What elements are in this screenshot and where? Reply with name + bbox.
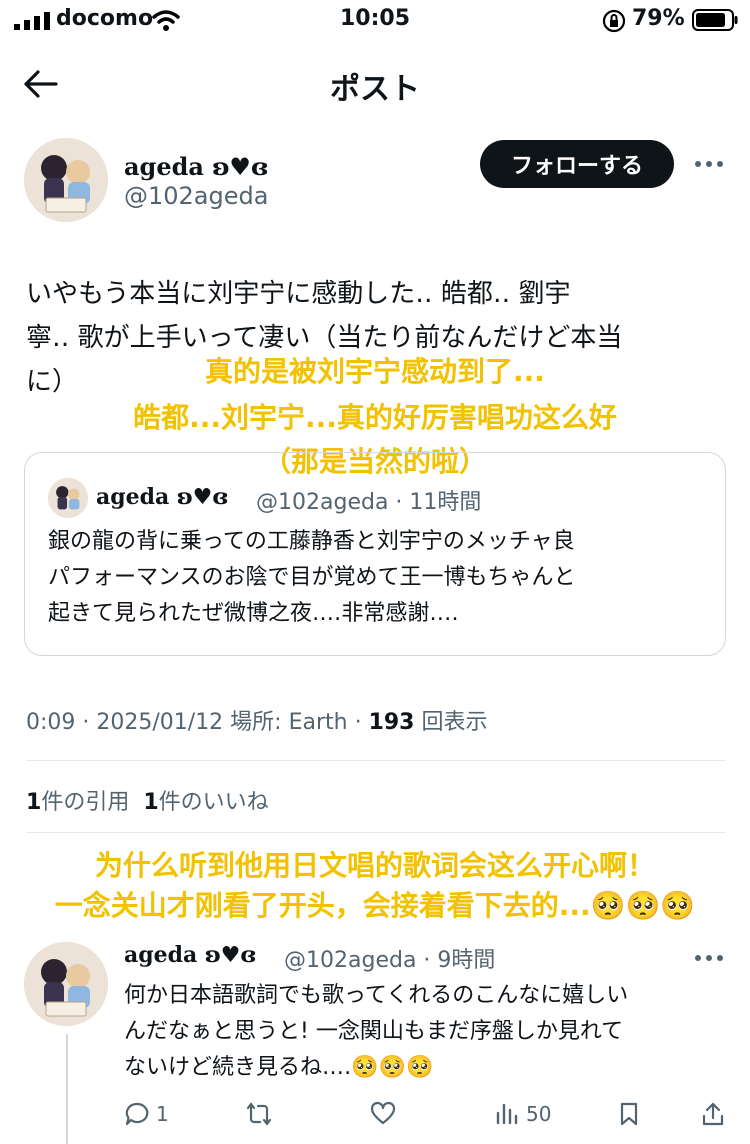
caption-line: 皓都...刘宇宁...真的好厉害唱功这么好	[133, 401, 617, 434]
reply-author-name[interactable]: ageda ʚ♥ɞ	[124, 942, 256, 968]
avatar-image	[24, 138, 108, 222]
quotes-label[interactable]: 件の引用	[41, 790, 129, 815]
quote-avatar	[48, 478, 88, 518]
caption-line: 为什么听到他用日文唱的歌词会这么开心啊！	[94, 849, 655, 882]
views-button[interactable]: 50	[494, 1098, 551, 1130]
page-title: ポスト	[330, 72, 420, 107]
likes-count[interactable]: 1	[143, 790, 158, 815]
share-button[interactable]	[700, 1098, 726, 1130]
status-bar: docomo 10:05 79%	[0, 0, 750, 44]
repost-icon	[246, 1102, 272, 1126]
divider	[26, 832, 726, 833]
analytics-icon	[496, 1103, 518, 1125]
reply-view-count: 50	[526, 1102, 552, 1126]
quote-author-name: ageda ʚ♥ɞ	[96, 484, 229, 510]
quotes-count[interactable]: 1	[26, 790, 41, 815]
thread-line	[66, 1034, 68, 1144]
reply-handle-time: @102ageda · 9時間	[284, 948, 496, 973]
views-label: 回表示	[414, 710, 488, 735]
quote-text: 銀の龍の背に乗っての工藤静香と刘宇宁のメッチャ良 パフォーマンスのお陰で目が覚め…	[48, 529, 576, 626]
caption-line: 一念关山才刚看了开头，会接着看下去的...🥺🥺🥺	[54, 889, 696, 922]
likes-label[interactable]: 件のいいね	[159, 790, 269, 815]
author-handle[interactable]: @102ageda	[124, 182, 268, 210]
follow-button[interactable]: フォローする	[480, 140, 674, 188]
reply-button[interactable]: 1	[124, 1098, 169, 1130]
reply-icon	[125, 1102, 149, 1126]
bookmark-button[interactable]	[616, 1098, 642, 1130]
reply-avatar[interactable]	[24, 942, 108, 1026]
caption-line: 真的是被刘宇宁感动到了...	[205, 355, 545, 388]
divider	[26, 760, 726, 761]
author-name[interactable]: ageda ʚ♥ɞ	[124, 152, 268, 181]
repost-button[interactable]	[246, 1098, 272, 1130]
bookmark-icon	[620, 1102, 638, 1126]
more-options-icon[interactable]	[694, 160, 724, 168]
timestamp-location: 0:09 · 2025/01/12 場所: Earth ·	[26, 710, 369, 735]
battery-percent: 79%	[632, 6, 685, 31]
heart-icon	[370, 1101, 396, 1125]
battery-icon	[692, 9, 738, 31]
like-button[interactable]	[370, 1098, 396, 1130]
reply-text: 何か日本語歌詞でも歌ってくれるのこんなに嬉しい んだなぁと思うと! 一念関山もま…	[124, 983, 629, 1080]
reply-count: 1	[156, 1102, 169, 1126]
share-icon	[702, 1102, 724, 1126]
author-avatar[interactable]	[24, 138, 108, 222]
quote-handle-time: @102ageda · 11時間	[256, 490, 482, 515]
avatar-image	[48, 478, 88, 518]
engagement-stats: 1件の引用 1件のいいね	[26, 784, 269, 816]
view-count: 193	[368, 710, 415, 735]
avatar-image	[24, 942, 108, 1026]
post-meta: 0:09 · 2025/01/12 場所: Earth · 193 回表示	[26, 704, 488, 736]
reply-more-icon[interactable]	[694, 954, 724, 962]
orientation-lock-icon	[602, 9, 626, 33]
